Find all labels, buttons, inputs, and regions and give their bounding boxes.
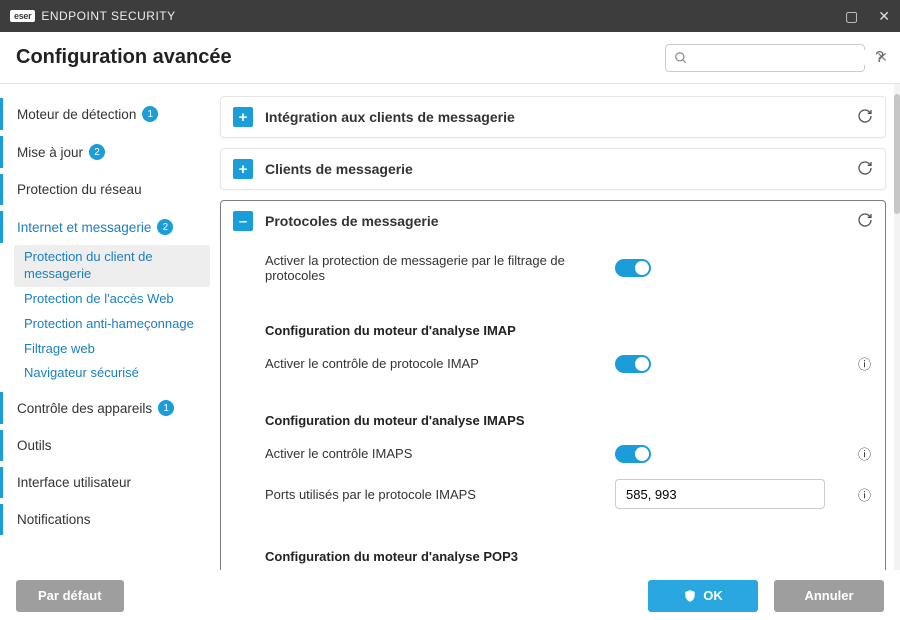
sidebar-item-tools[interactable]: Outils [0, 430, 210, 461]
sidebar-item-label: Mise à jour [17, 145, 83, 160]
sidebar-item-label: Internet et messagerie [17, 220, 151, 235]
panel-title: Intégration aux clients de messagerie [265, 109, 515, 125]
panel-body: Activer la protection de messagerie par … [221, 241, 885, 570]
panel-mail-protocols: – Protocoles de messagerie Activer la pr… [220, 200, 886, 570]
sidebar: Moteur de détection 1 Mise à jour 2 Prot… [0, 84, 210, 570]
page-header: Configuration avancée ✕ ? [0, 32, 900, 84]
help-icon[interactable]: ? [875, 49, 884, 67]
search-box[interactable]: ✕ [665, 44, 865, 72]
setting-label: Ports utilisés par le protocole IMAPS [265, 487, 615, 502]
title-bar: eser ENDPOINT SECURITY ▢ ✕ [0, 0, 900, 32]
sidebar-item-ui[interactable]: Interface utilisateur [0, 467, 210, 498]
search-input[interactable] [688, 50, 876, 65]
sidebar-badge: 1 [142, 106, 158, 122]
sidebar-subitem-web-access[interactable]: Protection de l'accès Web [14, 287, 210, 312]
revert-icon[interactable] [857, 212, 873, 231]
sidebar-item-label: Interface utilisateur [17, 475, 131, 490]
page-title: Configuration avancée [16, 46, 232, 69]
sidebar-item-label: Protection du réseau [17, 182, 142, 197]
expand-icon: + [233, 159, 253, 179]
sidebar-item-internet-mail[interactable]: Internet et messagerie 2 [0, 211, 210, 243]
window-close-icon[interactable]: ✕ [878, 8, 890, 25]
cancel-button[interactable]: Annuler [774, 580, 884, 612]
setting-label: Activer le contrôle IMAPS [265, 446, 615, 461]
sidebar-badge: 2 [89, 144, 105, 160]
ok-button[interactable]: OK [648, 580, 758, 612]
sidebar-badge: 1 [158, 400, 174, 416]
setting-enable-protocol-filter: Activer la protection de messagerie par … [265, 245, 873, 291]
window-controls: ▢ ✕ [845, 8, 890, 25]
sidebar-item-notifications[interactable]: Notifications [0, 504, 210, 535]
setting-imaps-enable: Activer le contrôle IMAPS ⓘ [265, 436, 873, 471]
sidebar-item-label: Outils [17, 438, 52, 453]
sidebar-item-detection-engine[interactable]: Moteur de détection 1 [0, 98, 210, 130]
sidebar-item-label: Contrôle des appareils [17, 401, 152, 416]
info-icon[interactable]: ⓘ [858, 354, 873, 373]
info-icon[interactable]: ⓘ [858, 485, 873, 504]
sidebar-subitem-secure-browser[interactable]: Navigateur sécurisé [14, 361, 210, 386]
section-heading-pop3: Configuration du moteur d'analyse POP3 [265, 549, 615, 564]
revert-icon[interactable] [857, 108, 873, 127]
panel-header[interactable]: + Clients de messagerie [221, 149, 885, 189]
sidebar-item-network-protection[interactable]: Protection du réseau [0, 174, 210, 205]
sidebar-item-label: Moteur de détection [17, 107, 136, 122]
panel-header[interactable]: + Intégration aux clients de messagerie [221, 97, 885, 137]
toggle-switch[interactable] [615, 445, 651, 463]
app-brand: eser ENDPOINT SECURITY [10, 9, 176, 23]
setting-label: Activer la protection de messagerie par … [265, 253, 615, 283]
ports-input[interactable] [615, 479, 825, 509]
shield-icon [683, 589, 697, 603]
section-heading-imaps: Configuration du moteur d'analyse IMAPS [265, 413, 615, 428]
ok-label: OK [703, 588, 723, 603]
sidebar-badge: 2 [157, 219, 173, 235]
panel-mail-integration: + Intégration aux clients de messagerie [220, 96, 886, 138]
setting-label: Activer le contrôle de protocole IMAP [265, 356, 615, 371]
toggle-switch[interactable] [615, 259, 651, 277]
brand-badge: eser [10, 10, 35, 22]
content-area: + Intégration aux clients de messagerie … [210, 84, 894, 570]
scrollbar-thumb[interactable] [894, 94, 900, 214]
info-icon[interactable]: ⓘ [858, 444, 873, 463]
panel-header[interactable]: – Protocoles de messagerie [221, 201, 885, 241]
section-heading-imap: Configuration du moteur d'analyse IMAP [265, 323, 615, 338]
sidebar-item-label: Notifications [17, 512, 91, 527]
sidebar-subitem-antiphishing[interactable]: Protection anti-hameçonnage [14, 312, 210, 337]
sidebar-subitem-web-filtering[interactable]: Filtrage web [14, 337, 210, 362]
setting-imap-enable: Activer le contrôle de protocole IMAP ⓘ [265, 346, 873, 381]
footer: Par défaut OK Annuler [0, 570, 900, 620]
revert-icon[interactable] [857, 160, 873, 179]
brand-name: ENDPOINT SECURITY [41, 9, 175, 23]
panel-title: Clients de messagerie [265, 161, 413, 177]
panel-mail-clients: + Clients de messagerie [220, 148, 886, 190]
collapse-icon: – [233, 211, 253, 231]
search-icon [674, 51, 688, 65]
sidebar-item-device-control[interactable]: Contrôle des appareils 1 [0, 392, 210, 424]
panel-title: Protocoles de messagerie [265, 213, 439, 229]
scrollbar[interactable] [894, 84, 900, 570]
toggle-switch[interactable] [615, 355, 651, 373]
sidebar-item-update[interactable]: Mise à jour 2 [0, 136, 210, 168]
sidebar-subitems: Protection du client de messagerie Prote… [0, 245, 210, 386]
setting-imaps-ports: Ports utilisés par le protocole IMAPS ⓘ [265, 471, 873, 517]
sidebar-subitem-mail-client-protection[interactable]: Protection du client de messagerie [14, 245, 210, 287]
expand-icon: + [233, 107, 253, 127]
default-button[interactable]: Par défaut [16, 580, 124, 612]
window-maximize-icon[interactable]: ▢ [845, 8, 858, 25]
